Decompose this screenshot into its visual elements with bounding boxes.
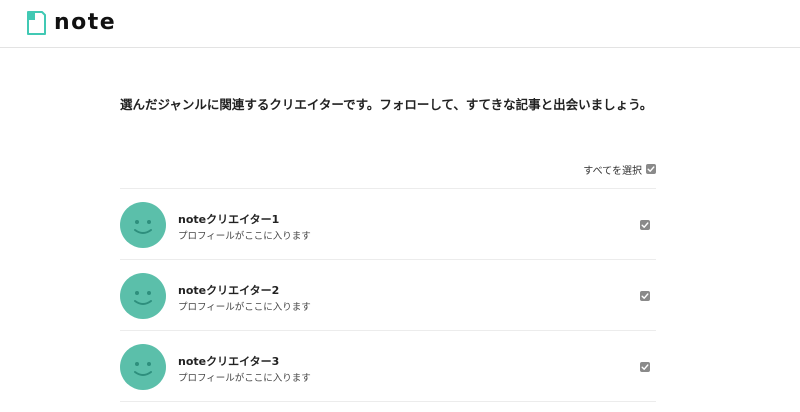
creator-checkbox[interactable] [640, 291, 650, 301]
creator-list: noteクリエイター1 プロフィールがここに入ります noteクリエイター2 プ… [120, 188, 656, 402]
avatar[interactable] [120, 344, 166, 390]
select-all-checkbox[interactable] [646, 164, 656, 174]
select-all-toggle[interactable]: すべてを選択 [520, 161, 656, 177]
creator-profile: プロフィールがここに入ります [178, 302, 311, 313]
smiley-face-icon [134, 362, 152, 376]
creator-checkbox[interactable] [640, 362, 650, 372]
avatar[interactable] [120, 273, 166, 319]
note-logo-icon [27, 11, 46, 35]
avatar[interactable] [120, 202, 166, 248]
checkmark-icon [647, 166, 655, 172]
creator-row[interactable]: noteクリエイター2 プロフィールがここに入ります [120, 260, 656, 331]
creator-row[interactable]: noteクリエイター3 プロフィールがここに入ります [120, 331, 656, 402]
checkmark-icon [641, 364, 649, 370]
page-lead-text: 選んだジャンルに関連するクリエイターです。フォローして、すてきな記事と出会いまし… [120, 97, 653, 112]
creator-profile: プロフィールがここに入ります [178, 373, 311, 384]
creator-profile: プロフィールがここに入ります [178, 231, 311, 242]
creator-name[interactable]: noteクリエイター3 [178, 353, 279, 369]
top-header: note [0, 0, 800, 48]
creator-row[interactable]: noteクリエイター1 プロフィールがここに入ります [120, 189, 656, 260]
checkmark-icon [641, 222, 649, 228]
note-logo[interactable]: note [26, 10, 116, 36]
creator-name[interactable]: noteクリエイター2 [178, 282, 279, 298]
logo-text: note [54, 10, 117, 35]
checkmark-icon [641, 293, 649, 299]
smiley-face-icon [134, 291, 152, 305]
select-all-label: すべてを選択 [583, 165, 642, 177]
creator-name[interactable]: noteクリエイター1 [178, 211, 279, 227]
smiley-face-icon [134, 220, 152, 234]
creator-checkbox[interactable] [640, 220, 650, 230]
